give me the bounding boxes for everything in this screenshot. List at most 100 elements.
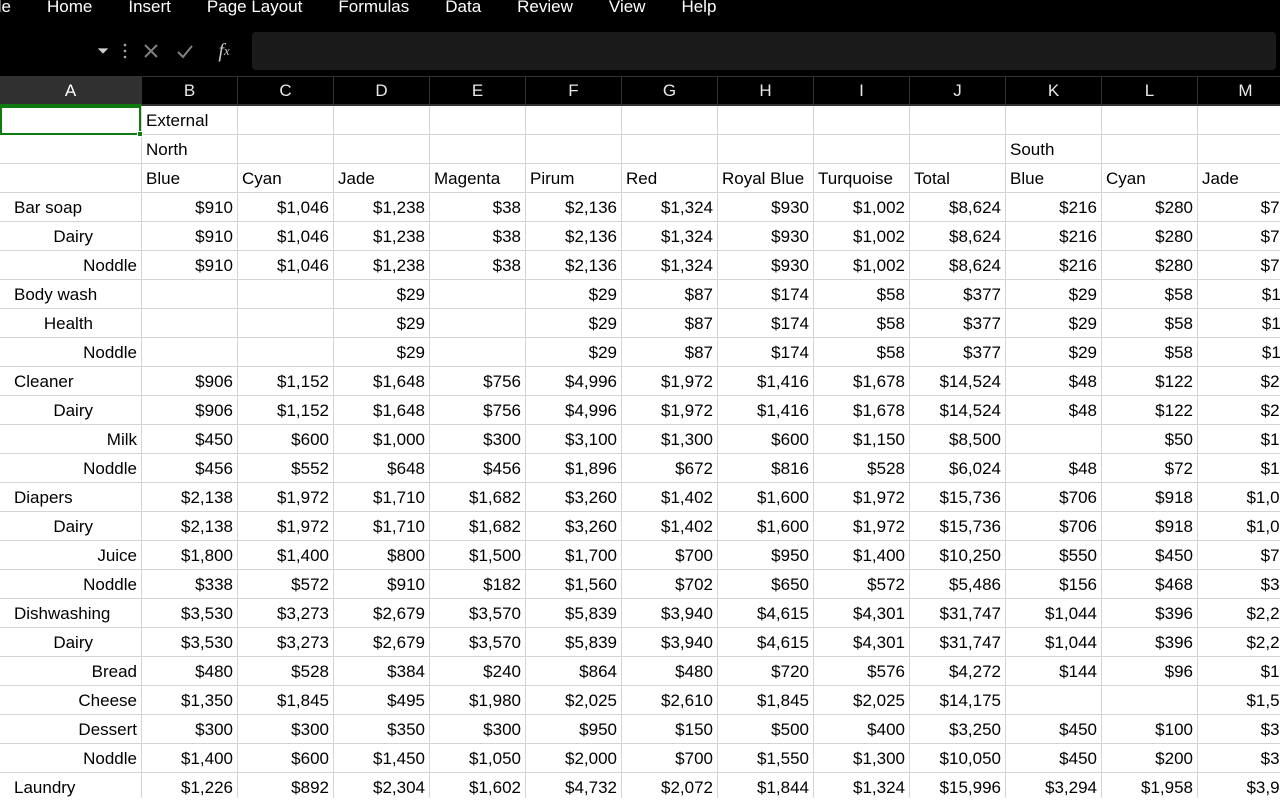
cell[interactable]: $2,138 (142, 512, 238, 540)
cell[interactable]: $700 (622, 744, 718, 772)
cell[interactable]: $240 (430, 657, 526, 685)
cell[interactable]: $1,238 (334, 251, 430, 279)
cell[interactable]: $73 (1198, 251, 1280, 279)
cell[interactable]: $550 (1006, 541, 1102, 569)
cell[interactable] (1198, 135, 1280, 163)
cell[interactable] (142, 338, 238, 366)
row-label[interactable]: Cleaner (0, 367, 142, 395)
cell[interactable] (142, 309, 238, 337)
column-header-D[interactable]: D (334, 77, 430, 104)
row-label[interactable] (0, 164, 142, 192)
cell[interactable]: $300 (238, 715, 334, 743)
cell[interactable]: $2,000 (526, 744, 622, 772)
cell[interactable]: $400 (814, 715, 910, 743)
cell[interactable]: $1,678 (814, 367, 910, 395)
cell[interactable]: $500 (718, 715, 814, 743)
cell[interactable]: $29 (1006, 338, 1102, 366)
cell[interactable]: $3,940 (622, 599, 718, 627)
cell[interactable] (430, 280, 526, 308)
cell[interactable]: $1,238 (334, 222, 430, 250)
column-header-H[interactable]: H (718, 77, 814, 104)
row-label[interactable]: Dairy (0, 628, 142, 656)
cell[interactable]: $29 (526, 309, 622, 337)
cell[interactable]: $1,238 (334, 193, 430, 221)
cell[interactable]: $3,260 (526, 512, 622, 540)
cell[interactable]: $5,839 (526, 599, 622, 627)
column-header-E[interactable]: E (430, 77, 526, 104)
cell[interactable]: $456 (142, 454, 238, 482)
cell[interactable]: $450 (1102, 541, 1198, 569)
cell[interactable]: $1,710 (334, 512, 430, 540)
cell[interactable]: $1,800 (142, 541, 238, 569)
cell[interactable]: $648 (334, 454, 430, 482)
cell[interactable]: $918 (1102, 512, 1198, 540)
cell[interactable]: $30 (1198, 715, 1280, 743)
cell[interactable]: $50 (1102, 425, 1198, 453)
cell[interactable]: Cyan (1102, 164, 1198, 192)
cell[interactable]: $14 (1198, 657, 1280, 685)
cell[interactable]: $1,700 (526, 541, 622, 569)
column-header-K[interactable]: K (1006, 77, 1102, 104)
cell[interactable]: $910 (142, 222, 238, 250)
cell[interactable]: $1,53 (1198, 686, 1280, 714)
cell[interactable]: $15,736 (910, 483, 1006, 511)
cell[interactable]: $14,524 (910, 396, 1006, 424)
cell[interactable]: $31,747 (910, 628, 1006, 656)
cell[interactable]: $3,530 (142, 599, 238, 627)
cell[interactable]: $1,152 (238, 396, 334, 424)
cell[interactable]: $918 (1102, 483, 1198, 511)
cell[interactable] (814, 106, 910, 134)
cell[interactable]: $87 (622, 309, 718, 337)
cell[interactable]: $10,050 (910, 744, 1006, 772)
row-label[interactable]: Noddle (0, 338, 142, 366)
cell[interactable]: $2,679 (334, 628, 430, 656)
cell[interactable]: $3,93 (1198, 773, 1280, 798)
cell[interactable]: $300 (430, 425, 526, 453)
row-label[interactable]: Bread (0, 657, 142, 685)
row-label[interactable]: Bar soap (0, 193, 142, 221)
cell[interactable]: $576 (814, 657, 910, 685)
cell[interactable]: $450 (142, 425, 238, 453)
cell[interactable] (718, 135, 814, 163)
column-header-B[interactable]: B (142, 77, 238, 104)
cancel-icon[interactable] (140, 40, 162, 62)
cell[interactable]: $3,260 (526, 483, 622, 511)
cell[interactable]: $1,678 (814, 396, 910, 424)
cell[interactable]: $384 (334, 657, 430, 685)
cell[interactable]: $2,138 (142, 483, 238, 511)
cell[interactable]: $600 (238, 425, 334, 453)
cell[interactable]: $33 (1198, 570, 1280, 598)
cell[interactable]: $906 (142, 396, 238, 424)
cell[interactable]: $706 (1006, 512, 1102, 540)
cell[interactable]: $4,996 (526, 367, 622, 395)
cell[interactable]: $4,615 (718, 628, 814, 656)
cell[interactable]: $11 (1198, 280, 1280, 308)
cell[interactable] (430, 338, 526, 366)
cell[interactable]: $396 (1102, 599, 1198, 627)
cell[interactable]: $216 (1006, 251, 1102, 279)
cell[interactable]: Blue (142, 164, 238, 192)
cell[interactable]: $96 (1102, 657, 1198, 685)
cell[interactable]: $720 (718, 657, 814, 685)
cell[interactable]: $29 (334, 280, 430, 308)
ribbon-tab-insert[interactable]: Insert (110, 0, 189, 14)
cell[interactable]: $58 (814, 280, 910, 308)
cell[interactable]: Turquoise (814, 164, 910, 192)
cell[interactable]: $30 (1198, 744, 1280, 772)
cell[interactable]: $1,972 (622, 367, 718, 395)
row-label[interactable]: Laundry (0, 773, 142, 798)
cell[interactable]: $14,175 (910, 686, 1006, 714)
cell[interactable]: $11 (1198, 338, 1280, 366)
cell[interactable]: $1,648 (334, 367, 430, 395)
cell[interactable]: $3,570 (430, 599, 526, 627)
cell[interactable]: $1,682 (430, 483, 526, 511)
cell[interactable]: $14,524 (910, 367, 1006, 395)
cell[interactable]: $87 (622, 338, 718, 366)
cell[interactable] (910, 106, 1006, 134)
cell[interactable]: $1,002 (814, 222, 910, 250)
cell[interactable] (622, 106, 718, 134)
cell[interactable]: $756 (430, 367, 526, 395)
cell[interactable]: $2,27 (1198, 628, 1280, 656)
cell[interactable] (334, 135, 430, 163)
cell[interactable]: $816 (718, 454, 814, 482)
